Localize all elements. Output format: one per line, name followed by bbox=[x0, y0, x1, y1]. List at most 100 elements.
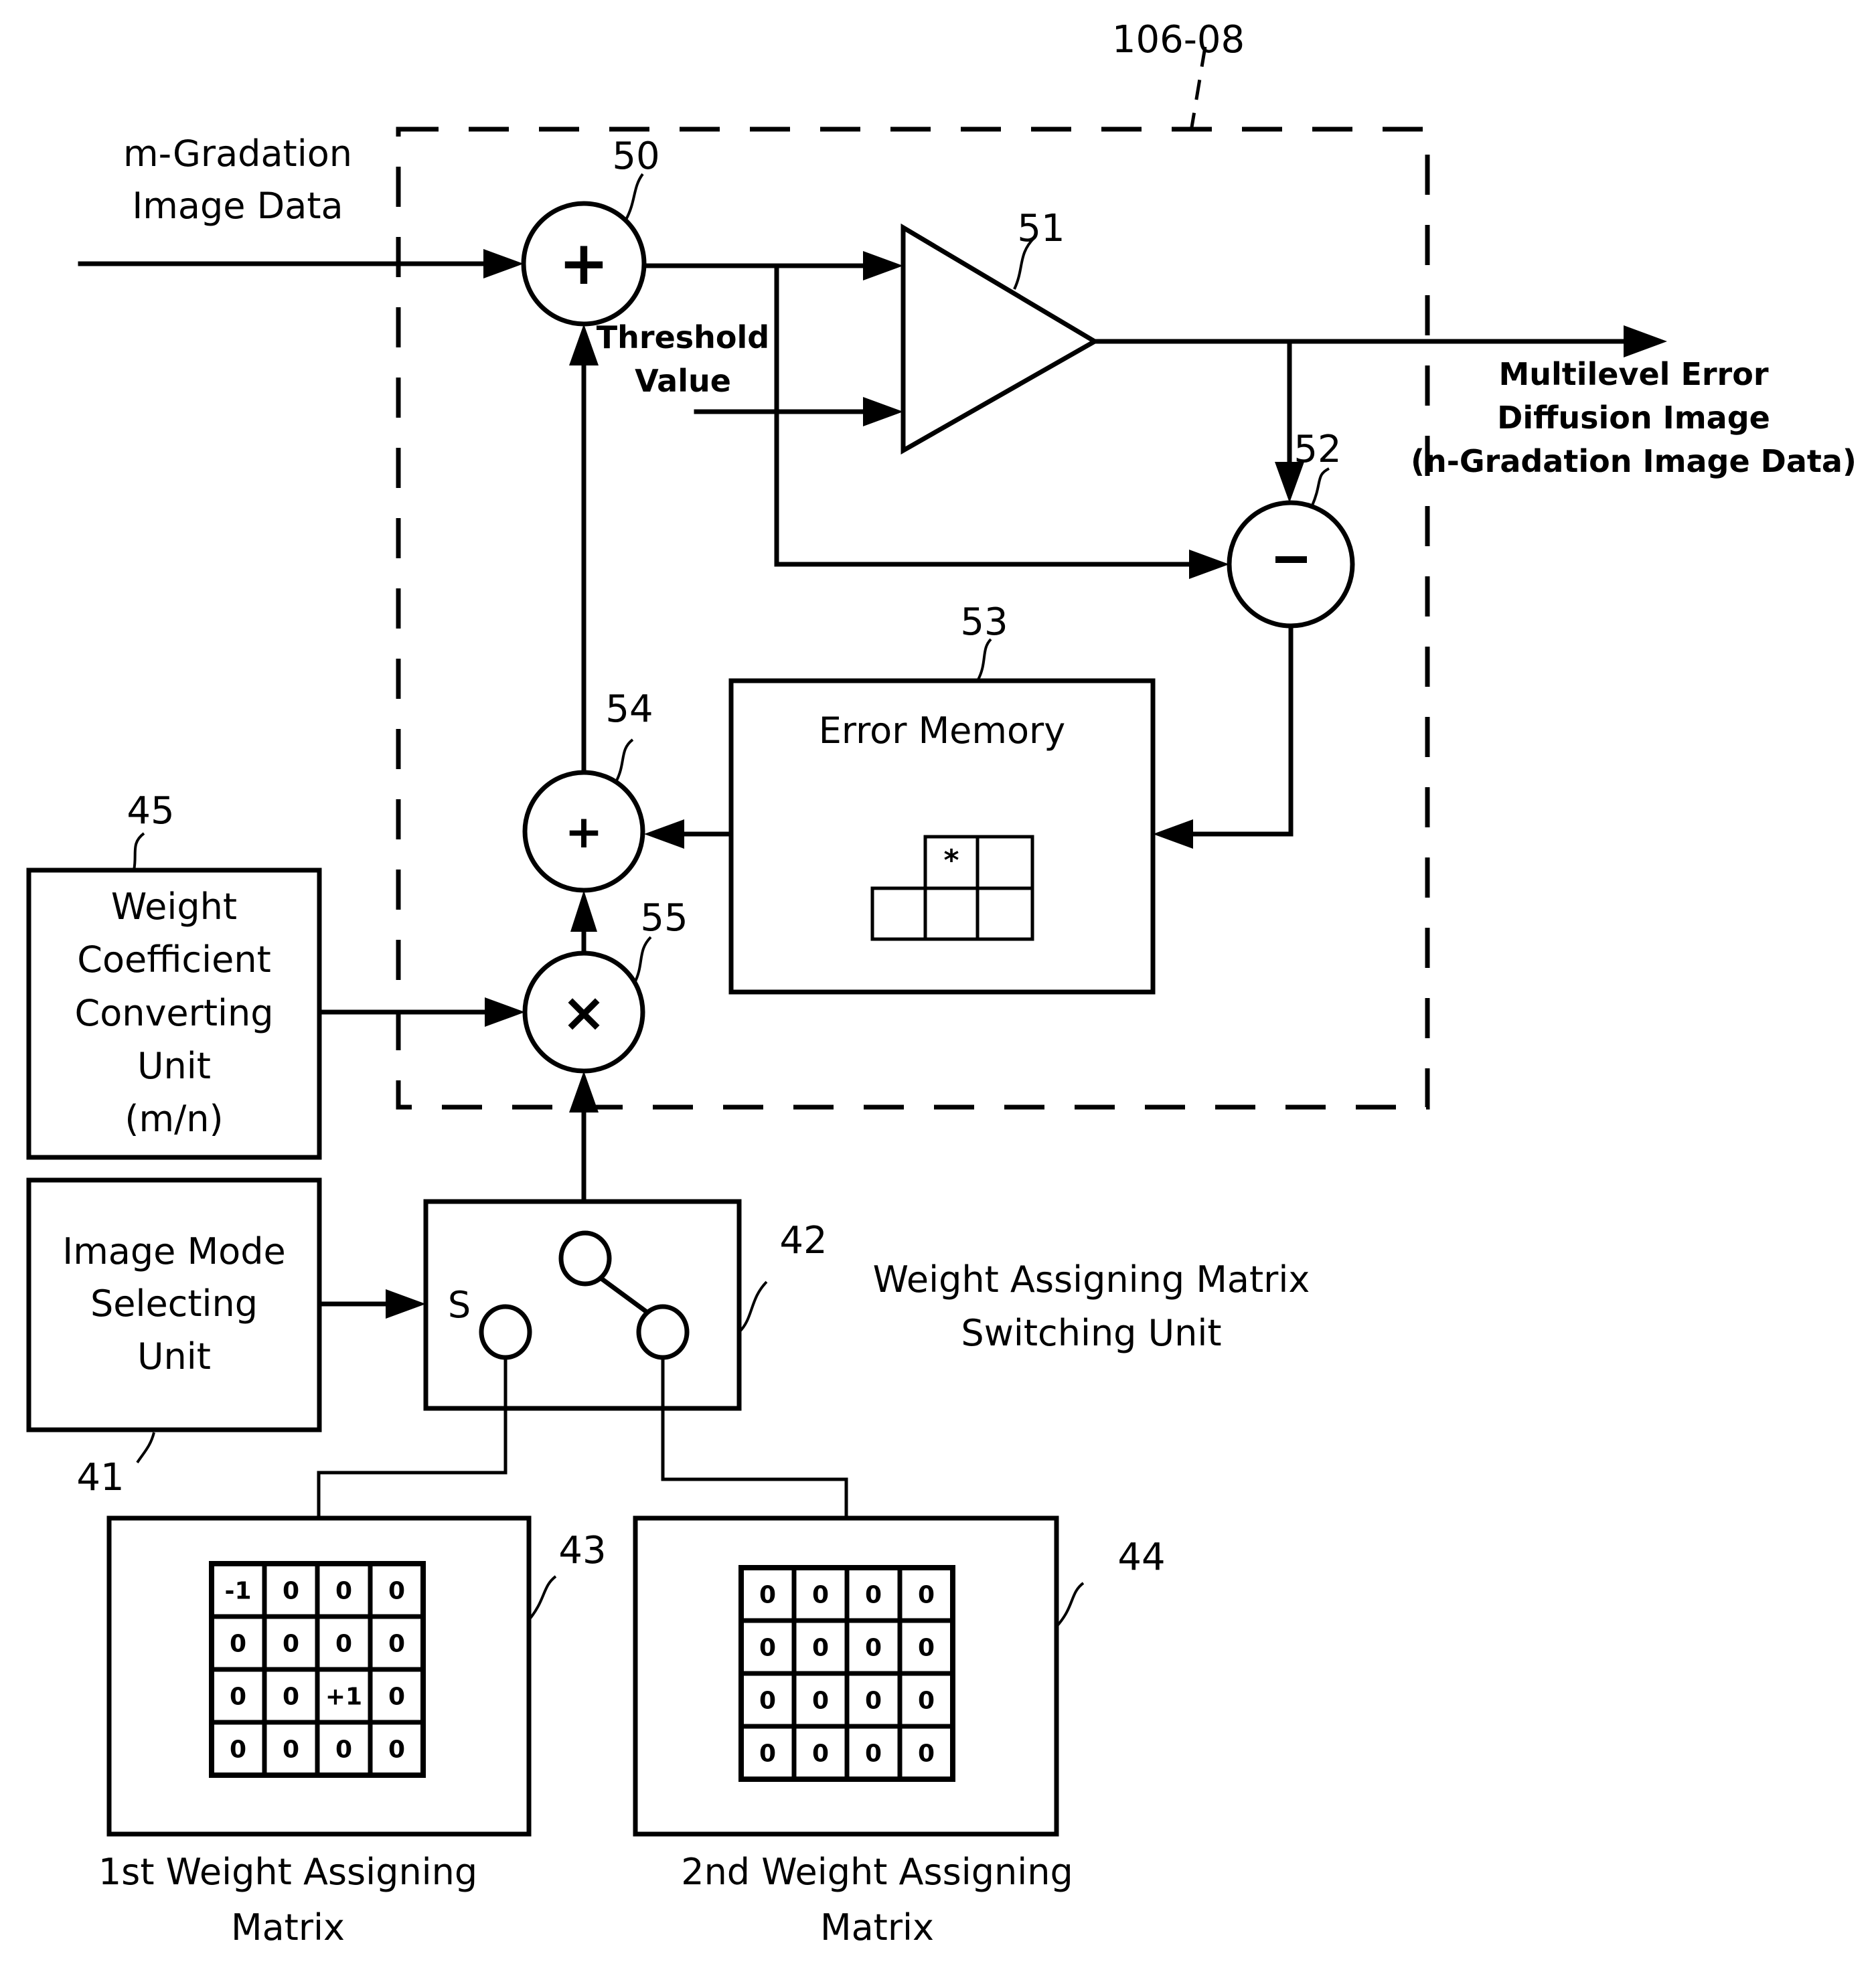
matrix-cell-value: 0 bbox=[230, 1736, 246, 1764]
adder-50: + 50 bbox=[521, 135, 660, 327]
matrix-cell-value: 0 bbox=[335, 1631, 352, 1658]
arrow-head-icon bbox=[483, 249, 524, 278]
matrix-43-grid: -1 0 0 0 0 0 0 0 0 0 +1 0 0 0 0 0 bbox=[209, 1561, 426, 1778]
arrow-head-icon bbox=[1189, 550, 1229, 579]
subtractor-52-circle bbox=[1227, 500, 1355, 629]
error-memory-ref: 53 bbox=[960, 600, 1008, 644]
matrix-cell-value: 0 bbox=[865, 1582, 882, 1609]
comparator-51: 51 bbox=[901, 207, 1099, 455]
input-signal: m-Gradation Image Data bbox=[78, 133, 524, 278]
image-mode-line1: Image Mode bbox=[62, 1230, 285, 1272]
multiplier-ref: 55 bbox=[640, 896, 688, 940]
multiplier-55: × 55 bbox=[522, 896, 688, 1074]
matrix-43-caption-line1: 1st Weight Assigning bbox=[98, 1851, 477, 1893]
weight-converter-line1: Weight bbox=[111, 886, 237, 928]
weight-converter-ref: 45 bbox=[127, 789, 174, 833]
multiply-icon: × bbox=[561, 981, 606, 1044]
image-mode-selecting-unit-41: Image Mode Selecting Unit 41 bbox=[26, 1177, 322, 1499]
threshold-label-line1: Threshold bbox=[597, 319, 769, 355]
threshold-label-line2: Value bbox=[635, 363, 731, 399]
subtractor-ref: 52 bbox=[1294, 428, 1341, 471]
arrow-head-icon bbox=[1153, 819, 1193, 849]
output-label-line2: Diffusion Image bbox=[1497, 400, 1770, 436]
matrix-cell-value: 0 bbox=[230, 1631, 246, 1658]
matrix-cell-value: 0 bbox=[918, 1740, 935, 1768]
matrix-44-leader bbox=[1055, 1582, 1085, 1628]
matrix-cell-value: 0 bbox=[283, 1683, 299, 1711]
image-mode-line2: Selecting bbox=[90, 1283, 258, 1325]
switch-caption-line2: Switching Unit bbox=[961, 1312, 1221, 1354]
matrix-43-ref: 43 bbox=[558, 1529, 606, 1572]
arrow-head-icon bbox=[863, 397, 903, 426]
subtractor-to-memory-line bbox=[1186, 623, 1294, 837]
weight-converter-line4: Unit bbox=[137, 1045, 211, 1087]
adder-50-ref: 50 bbox=[612, 135, 659, 178]
weight-converter-line3: Converting bbox=[74, 992, 273, 1034]
module-ref-label: 106-08 bbox=[1112, 18, 1245, 62]
comparator-ref: 51 bbox=[1017, 207, 1065, 250]
comparator-triangle bbox=[901, 223, 1099, 455]
subtractor-leader bbox=[1311, 467, 1330, 506]
matrix-44-caption-line1: 2nd Weight Assigning bbox=[681, 1851, 1073, 1893]
matrix-cell-value: 0 bbox=[865, 1740, 882, 1768]
arrow-head-icon bbox=[386, 1289, 426, 1319]
switch-caption-line1: Weight Assigning Matrix bbox=[873, 1258, 1310, 1301]
matrix-cell-value: 0 bbox=[865, 1635, 882, 1662]
matrix-cell-value: 0 bbox=[335, 1578, 352, 1605]
arrow-head-icon bbox=[570, 890, 597, 932]
output-label-line1: Multilevel Error bbox=[1498, 356, 1768, 392]
matrix-cell-value: 0 bbox=[388, 1631, 405, 1658]
weight-coefficient-converting-unit-45: Weight Coefficient Converting Unit (m/n)… bbox=[26, 789, 322, 1160]
switch-ref: 42 bbox=[779, 1219, 827, 1262]
plus-icon: + bbox=[565, 806, 603, 859]
matrix-cell-value: 0 bbox=[865, 1687, 882, 1715]
matrix-cell-value: 0 bbox=[918, 1635, 935, 1662]
arrow-head-icon bbox=[569, 324, 599, 365]
matrix-cell-value: 0 bbox=[812, 1582, 829, 1609]
plus-icon: + bbox=[558, 228, 609, 299]
image-mode-leader bbox=[136, 1432, 155, 1464]
error-memory-leader bbox=[976, 638, 992, 681]
matrix-44-caption-line2: Matrix bbox=[820, 1906, 934, 1949]
matrix-cell-value: -1 bbox=[225, 1578, 252, 1605]
first-weight-matrix-43: -1 0 0 0 0 0 0 0 0 0 +1 0 0 0 0 0 43 1st Weight Assigni… bbox=[98, 1515, 607, 1949]
arrow-head-icon bbox=[863, 251, 903, 280]
arrow-head-icon bbox=[569, 1071, 599, 1112]
matrix-cell-value: 0 bbox=[283, 1631, 299, 1658]
matrix-cell-value: 0 bbox=[283, 1578, 299, 1605]
matrix-cell-value: 0 bbox=[388, 1683, 405, 1711]
switch-leader bbox=[738, 1281, 768, 1333]
matrix-cell-value: 0 bbox=[759, 1582, 776, 1609]
adder-54: + 54 bbox=[522, 687, 653, 893]
matrix-cell-value: 0 bbox=[388, 1736, 405, 1764]
second-weight-matrix-44: 0 0 0 0 0 0 0 0 0 0 0 0 0 0 0 0 44 2nd Weight Assigning… bbox=[633, 1515, 1166, 1949]
adder-54-ref: 54 bbox=[605, 687, 653, 731]
weight-converter-line2: Coefficient bbox=[77, 938, 271, 981]
arrow-head-icon bbox=[644, 819, 684, 849]
matrix-cell-value: 0 bbox=[283, 1736, 299, 1764]
matrix-cell-value: 0 bbox=[759, 1687, 776, 1715]
matrix-cell-value: 0 bbox=[812, 1635, 829, 1662]
matrix-cell-value: 0 bbox=[335, 1736, 352, 1764]
matrix-cell-value: 0 bbox=[759, 1740, 776, 1768]
matrix-43-leader bbox=[528, 1575, 557, 1621]
matrix-44-ref: 44 bbox=[1117, 1536, 1165, 1579]
input-label-line2: Image Data bbox=[132, 185, 343, 227]
matrix-cell-value: 0 bbox=[812, 1740, 829, 1768]
arrow-head-icon bbox=[485, 997, 525, 1027]
matrix-cell-value: 0 bbox=[388, 1578, 405, 1605]
target-pixel-marker: * bbox=[943, 843, 959, 878]
matrix-cell-value: +1 bbox=[325, 1683, 362, 1711]
error-diffusion-block-diagram: 106-08 m-Gradation Image Data + 50 Thres… bbox=[26, 18, 1857, 1949]
error-memory-53: Error Memory 53 * bbox=[728, 600, 1156, 995]
multiplier-leader bbox=[633, 936, 652, 983]
matrix-cell-value: 0 bbox=[918, 1687, 935, 1715]
matrix-cell-value: 0 bbox=[759, 1635, 776, 1662]
output-label-line3: (n-Gradation Image Data) bbox=[1411, 443, 1857, 479]
error-memory-title: Error Memory bbox=[819, 710, 1065, 752]
matrix-cell-value: 0 bbox=[812, 1687, 829, 1715]
input-label-line1: m-Gradation bbox=[123, 133, 352, 175]
matrix-cell-value: 0 bbox=[230, 1683, 246, 1711]
weight-matrix-switching-unit-42: S 42 Weight Assigning Matrix Switching U… bbox=[423, 1199, 1310, 1411]
weight-converter-line5: (m/n) bbox=[125, 1098, 223, 1140]
